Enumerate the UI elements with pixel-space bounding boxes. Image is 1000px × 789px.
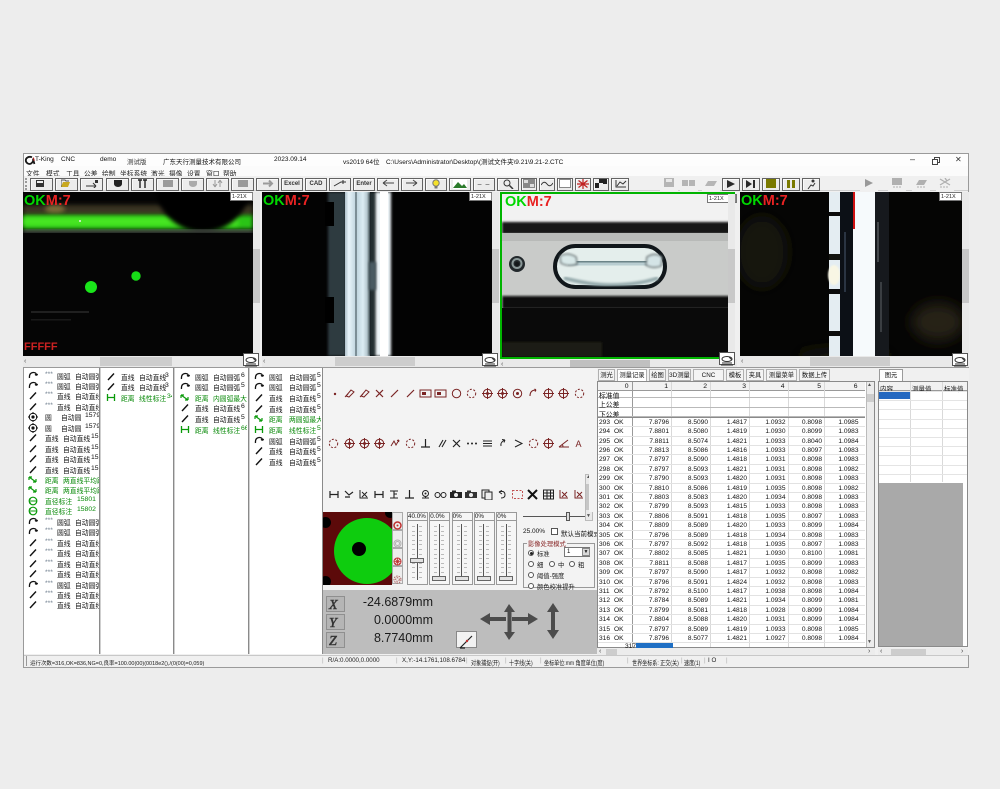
svg-text:FFFFF: FFFFF	[24, 341, 58, 353]
svg-text:Y: Y	[329, 616, 339, 629]
svg-text:X: X	[328, 598, 338, 611]
svg-text:A: A	[575, 439, 581, 449]
svg-text:Z: Z	[329, 634, 337, 647]
